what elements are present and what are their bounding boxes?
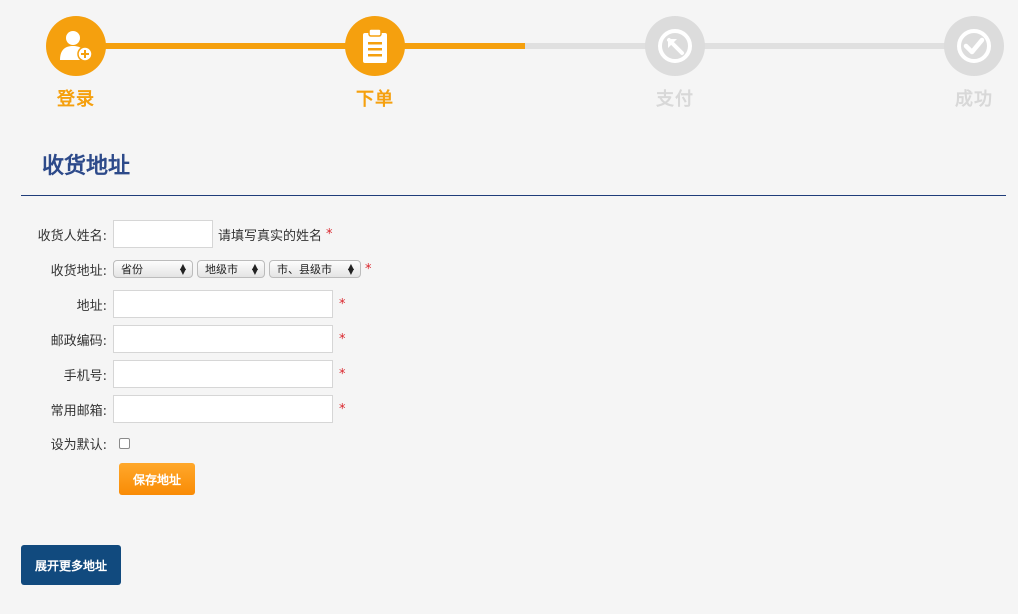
row-email: 常用邮箱: * [0, 394, 346, 424]
required-mark: * [326, 226, 333, 242]
default-label: 设为默认: [50, 437, 107, 453]
required-mark: * [339, 366, 346, 382]
row-postcode: 邮政编码: * [0, 324, 346, 354]
step-label: 下单 [356, 89, 394, 110]
divider [21, 195, 1006, 196]
check-icon [944, 16, 1004, 76]
phone-input[interactable] [113, 360, 333, 388]
step-label: 支付 [656, 89, 694, 110]
required-mark: * [339, 401, 346, 417]
county-value: 市、县级市 [277, 263, 332, 276]
email-label: 常用邮箱: [50, 403, 107, 419]
city-value: 地级市 [205, 263, 238, 276]
checkout-progress: 登录 下单 支付 成功 [0, 0, 1018, 120]
email-input[interactable] [113, 395, 333, 423]
row-region: 收货地址: 省份 ▲ ▼ 地级市 ▲ ▼ 市、县级市 ▲ ▼ * [0, 254, 372, 284]
pay-icon [645, 16, 705, 76]
user-add-icon [46, 16, 106, 76]
step-order: 下单 [335, 16, 415, 111]
name-label: 收货人姓名: [37, 228, 107, 244]
expand-more-addresses-button[interactable]: 展开更多地址 [21, 545, 121, 585]
postcode-input[interactable] [113, 325, 333, 353]
county-select[interactable]: 市、县级市 ▲ ▼ [269, 260, 361, 278]
step-label: 登录 [57, 89, 95, 110]
postcode-label: 邮政编码: [50, 333, 107, 349]
select-arrows-icon: ▲ ▼ [347, 262, 354, 276]
required-mark: * [339, 331, 346, 347]
address-label: 地址: [76, 298, 107, 314]
step-label: 成功 [955, 89, 993, 110]
required-mark: * [339, 296, 346, 312]
select-arrows-icon: ▲ ▼ [251, 262, 258, 276]
default-checkbox[interactable] [119, 437, 130, 449]
step-login: 登录 [36, 16, 116, 111]
name-input[interactable] [113, 220, 213, 248]
select-arrows-icon: ▲ ▼ [179, 262, 186, 276]
save-address-button[interactable]: 保存地址 [119, 463, 195, 495]
section-title: 收货地址 [42, 154, 131, 179]
phone-label: 手机号: [63, 368, 107, 384]
step-pay: 支付 [635, 16, 715, 111]
province-select[interactable]: 省份 ▲ ▼ [113, 260, 193, 278]
city-select[interactable]: 地级市 ▲ ▼ [197, 260, 265, 278]
step-success: 成功 [934, 16, 1014, 111]
row-phone: 手机号: * [0, 359, 346, 389]
progress-track-fill [76, 43, 525, 49]
region-label: 收货地址: [50, 263, 107, 279]
name-hint: 请填写真实的姓名 [218, 228, 323, 244]
row-default: 设为默认: [0, 428, 130, 458]
row-address: 地址: * [0, 289, 346, 319]
clipboard-icon [345, 16, 405, 76]
row-name: 收货人姓名: 请填写真实的姓名 * [0, 219, 333, 249]
province-value: 省份 [121, 263, 143, 276]
address-input[interactable] [113, 290, 333, 318]
required-mark: * [365, 261, 372, 277]
